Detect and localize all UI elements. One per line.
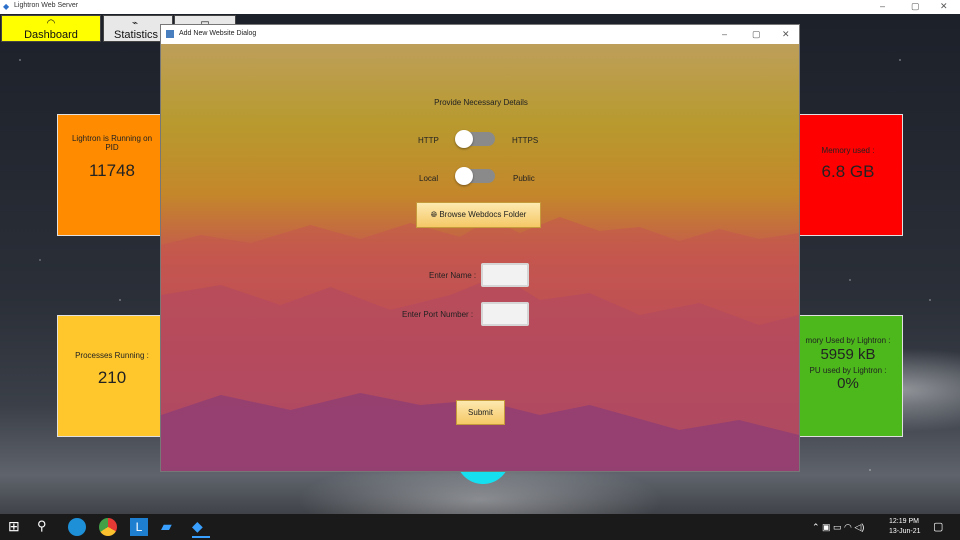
- card-memory: Memory used : 6.8 GB: [793, 114, 903, 236]
- chrome-icon[interactable]: [99, 518, 117, 536]
- port-label: Enter Port Number :: [402, 310, 474, 319]
- card-usage-memory-label: mory Used by Lightron :: [805, 336, 891, 345]
- app-title: Lightron Web Server: [14, 2, 79, 9]
- dialog-close-button[interactable]: ✕: [782, 29, 790, 40]
- browse-webdocs-label: Browse Webdocs Folder: [439, 210, 527, 219]
- tray-icons[interactable]: ⌃ ▣ ▭ ◠ ◁): [812, 522, 864, 533]
- port-input[interactable]: [481, 302, 529, 326]
- card-processes-value: 210: [97, 368, 127, 387]
- notification-icon[interactable]: ▢: [933, 520, 943, 533]
- close-button[interactable]: ✕: [940, 1, 948, 12]
- card-lightron-usage: mory Used by Lightron : 5959 kB PU used …: [793, 315, 903, 437]
- local-label: Local: [419, 174, 439, 183]
- card-pid-label: Lightron is Running on: [71, 134, 153, 143]
- card-memory-label: Memory used :: [821, 146, 875, 155]
- tab-statistics-label: Statistics: [114, 29, 159, 41]
- card-usage-memory-value: 5959 kB: [820, 346, 876, 363]
- taskbar-date: 13-Jun-21: [889, 528, 921, 535]
- gauge-icon: ◠: [46, 18, 56, 29]
- add-website-dialog: Add New Website Dialog – ▢ ✕ Provide Nec…: [160, 24, 800, 472]
- dialog-title: Add New Website Dialog: [179, 30, 257, 37]
- app-title-bar: ◆ Lightron Web Server – ▢ ✕: [0, 0, 960, 14]
- card-memory-value: 6.8 GB: [821, 162, 875, 181]
- windows-start-icon[interactable]: ⊞: [8, 518, 26, 536]
- protocol-toggle[interactable]: [455, 130, 497, 148]
- taskbar: ⊞ ⚲ L ▰ ◆ ⌃ ▣ ▭ ◠ ◁) 12:19 PM 13-Jun-21 …: [0, 514, 960, 540]
- browse-webdocs-button[interactable]: 🌐︎ Browse Webdocs Folder: [416, 202, 541, 228]
- edge-icon[interactable]: [68, 518, 86, 536]
- card-pid-label2: PID: [105, 143, 119, 152]
- dialog-maximize-button[interactable]: ▢: [752, 29, 761, 40]
- name-label: Enter Name :: [429, 271, 477, 280]
- http-label: HTTP: [418, 136, 439, 145]
- app-l-icon[interactable]: L: [130, 518, 148, 536]
- app-logo-icon: ◆: [3, 2, 10, 11]
- lightron-taskbar-icon[interactable]: ◆: [192, 518, 210, 538]
- taskbar-time: 12:19 PM: [889, 518, 919, 525]
- dialog-icon: [166, 30, 174, 38]
- mountain-backdrop: [161, 217, 799, 471]
- card-pid-value: 11748: [88, 161, 135, 180]
- tab-dashboard[interactable]: ◠ Dashboard: [1, 15, 101, 42]
- card-processes: Processes Running : 210: [57, 315, 167, 437]
- card-usage-cpu-value: 0%: [837, 375, 859, 392]
- protocol-toggle-knob: [455, 130, 473, 148]
- name-input[interactable]: [481, 263, 529, 287]
- card-pid: Lightron is Running on PID 11748: [57, 114, 167, 236]
- minimize-button[interactable]: –: [880, 1, 885, 11]
- folder-app-icon[interactable]: ▰: [161, 518, 179, 536]
- dialog-heading: Provide Necessary Details: [434, 98, 528, 107]
- https-label: HTTPS: [512, 136, 539, 145]
- dialog-title-bar: Add New Website Dialog – ▢ ✕: [161, 25, 799, 44]
- card-usage-cpu-label: PU used by Lightron :: [809, 366, 887, 375]
- tab-dashboard-label: Dashboard: [24, 29, 78, 41]
- scope-toggle[interactable]: [455, 167, 497, 185]
- search-icon[interactable]: ⚲: [37, 518, 55, 536]
- public-label: Public: [513, 174, 535, 183]
- submit-button[interactable]: Submit: [456, 400, 505, 425]
- dialog-minimize-button[interactable]: –: [722, 29, 727, 39]
- card-processes-label: Processes Running :: [75, 351, 149, 360]
- maximize-button[interactable]: ▢: [911, 1, 920, 12]
- scope-toggle-knob: [455, 167, 473, 185]
